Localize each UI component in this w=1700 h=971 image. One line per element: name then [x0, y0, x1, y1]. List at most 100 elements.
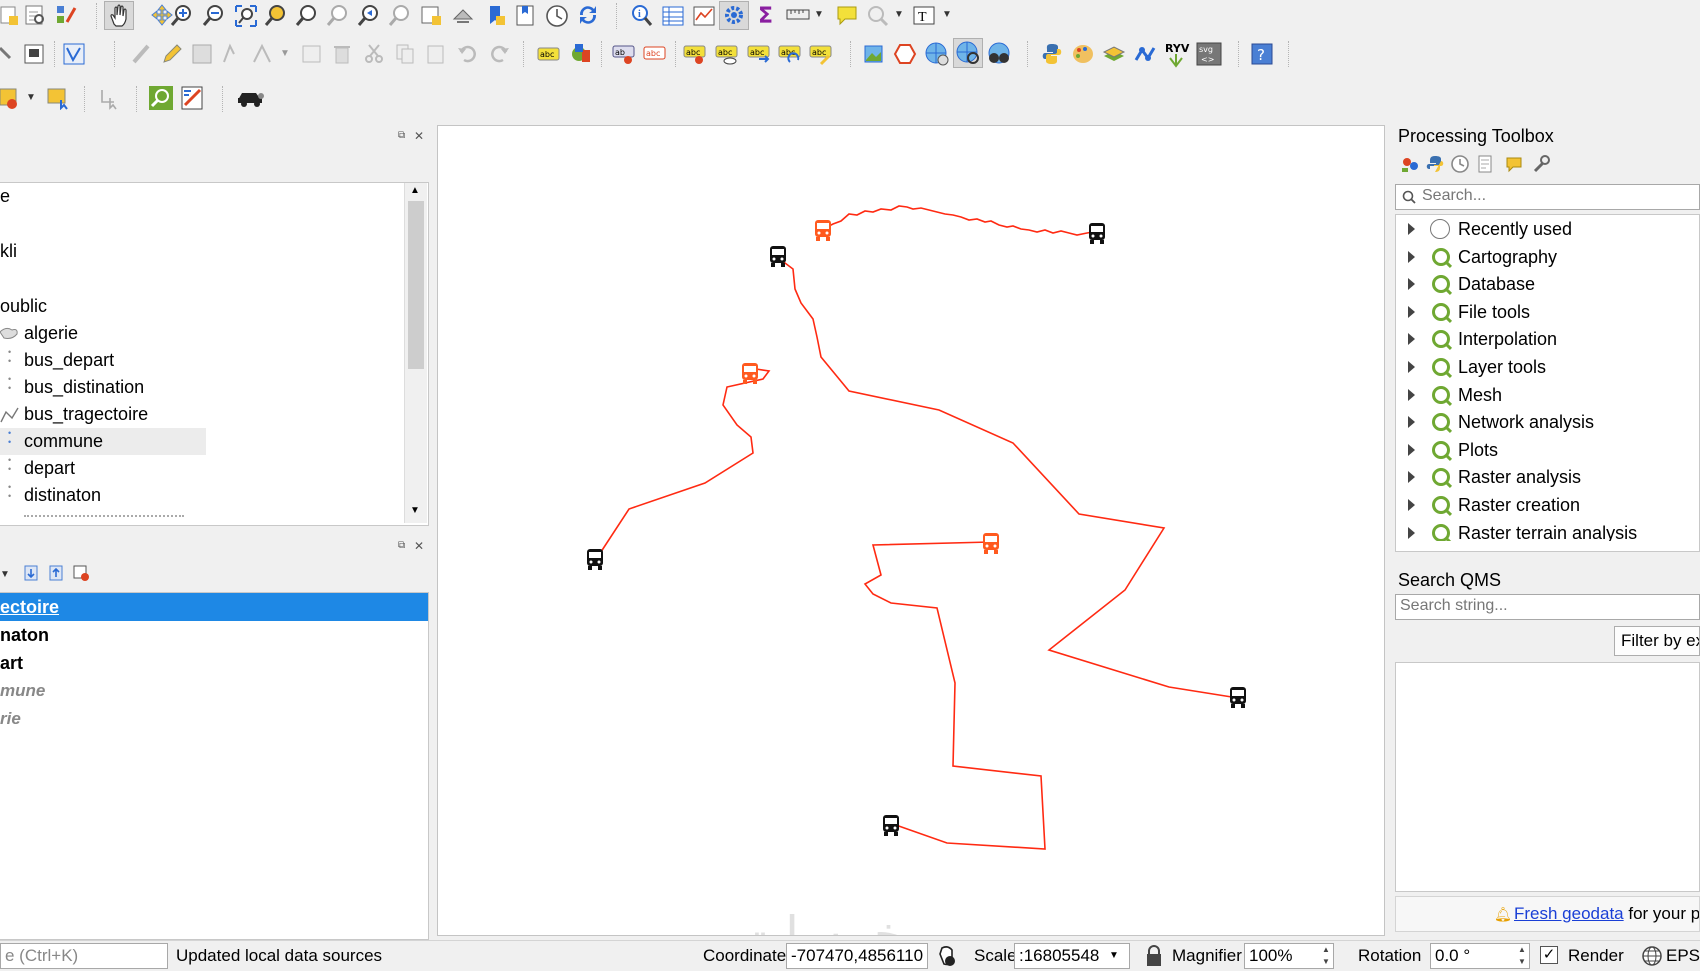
save-edits-icon[interactable] [22, 42, 46, 66]
annotation-dropdown-icon[interactable]: ▼ [942, 9, 952, 20]
toolbox-group-row[interactable]: Raster analysis [1396, 464, 1699, 491]
locator-dropdown-icon[interactable]: ▼ [894, 9, 904, 20]
map-tips-icon[interactable] [835, 4, 859, 28]
toolbox-group-row[interactable]: Raster creation [1396, 492, 1699, 519]
measure-dropdown-icon[interactable]: ▼ [814, 9, 824, 20]
rotation-spin-icon[interactable]: ▲ ▼ [1515, 944, 1529, 968]
temporal-clock-icon[interactable] [545, 4, 569, 28]
tree-row-schema[interactable]: oublic [0, 293, 47, 320]
bus-marker-icon[interactable] [883, 815, 899, 836]
paste-icon[interactable] [424, 42, 448, 66]
open-project-icon[interactable] [24, 4, 46, 26]
new-3d-map-icon[interactable] [451, 4, 475, 28]
new-project-icon[interactable] [0, 4, 20, 26]
scroll-down-icon[interactable]: ▼ [410, 505, 420, 516]
svg-plugin-icon[interactable]: svg<> [1196, 42, 1222, 66]
deselect-icon[interactable] [98, 86, 122, 110]
toolbox-search-input[interactable]: Search... [1395, 184, 1700, 210]
panel-float-icon[interactable]: ⧉ [398, 540, 405, 551]
tree-row-partial[interactable]: kli [0, 238, 17, 265]
vertex-dropdown-icon[interactable]: ▼ [280, 48, 290, 59]
attribute-table-icon[interactable] [661, 4, 685, 28]
panel-close-icon[interactable]: ✕ [414, 129, 424, 143]
sigma-icon[interactable]: Σ [756, 3, 778, 27]
expand-arrow-icon[interactable] [1408, 471, 1415, 484]
current-edits-icon[interactable] [0, 42, 16, 66]
zoom-native-icon[interactable] [326, 4, 350, 28]
qms-search-input[interactable]: Search string... [1395, 594, 1700, 620]
zoom-out-icon[interactable] [202, 4, 226, 28]
move-label-arrow-icon[interactable]: abc [747, 44, 771, 66]
polygon-layer-icon[interactable] [893, 42, 917, 66]
identify-icon[interactable]: i [630, 4, 654, 28]
expand-arrow-icon[interactable] [1408, 333, 1415, 346]
panel-float-icon[interactable]: ⧉ [398, 130, 405, 141]
expand-arrow-icon[interactable] [1408, 223, 1415, 235]
scale-dropdown-icon[interactable]: ▼ [1109, 944, 1119, 968]
move-label-icon[interactable]: abc [683, 44, 707, 66]
cut-icon[interactable] [362, 42, 386, 66]
magnifier-spin-icon[interactable]: ▲ ▼ [1319, 944, 1333, 968]
bus-marker-icon[interactable] [1230, 687, 1246, 708]
save-layer-edits-icon[interactable] [190, 42, 214, 66]
python-icon[interactable] [1040, 42, 1064, 66]
expand-arrow-icon[interactable] [1408, 526, 1415, 539]
rotate-label-icon[interactable]: abc [778, 44, 802, 66]
delete-selected-icon[interactable] [330, 42, 354, 66]
tree-item-commune[interactable]: • • commune [0, 428, 206, 455]
options-wrench-icon[interactable] [1531, 154, 1551, 174]
field-calculator-icon[interactable] [180, 85, 206, 111]
copy-icon[interactable] [393, 42, 417, 66]
zoom-in-icon[interactable] [170, 4, 194, 28]
toolbox-group-row[interactable]: Database [1396, 271, 1699, 298]
tree-row-partial[interactable]: e [0, 183, 10, 210]
select-by-location-icon[interactable] [46, 86, 70, 110]
toolbox-group-row[interactable]: Mesh [1396, 382, 1699, 409]
locator-search-input[interactable]: e (Ctrl+K) [0, 943, 168, 969]
tree-resize-handle[interactable] [1396, 541, 1699, 549]
bus-marker-icon[interactable] [587, 549, 603, 570]
modify-attributes-icon[interactable] [300, 42, 324, 66]
panel-close-icon[interactable]: ✕ [414, 539, 424, 553]
vertex-tool-icon[interactable] [250, 42, 274, 66]
redo-icon[interactable] [487, 42, 511, 66]
expand-arrow-icon[interactable] [1408, 361, 1415, 373]
undo-icon[interactable] [456, 42, 480, 66]
layer-item-hidden[interactable]: rie [0, 705, 21, 733]
results-viewer-icon[interactable] [1475, 154, 1495, 174]
layer-item[interactable]: art [0, 649, 23, 677]
network-plugin-icon[interactable] [1133, 42, 1157, 66]
style-manager-icon[interactable] [55, 4, 77, 26]
raster-layer-icon[interactable] [862, 42, 886, 66]
expand-arrow-icon[interactable] [1408, 388, 1415, 401]
wms-layer-icon[interactable] [924, 41, 950, 67]
show-hide-labels-icon[interactable]: abc [715, 44, 739, 66]
layer-item-selected[interactable]: ectoire [0, 593, 428, 621]
remove-layer-icon[interactable] [72, 564, 90, 582]
pan-tool-button[interactable] [104, 1, 134, 30]
bus-marker-icon[interactable] [742, 363, 758, 384]
zoom-layer-icon[interactable] [295, 4, 319, 28]
magnifier-spinbox[interactable]: 100% ▲ ▼ [1244, 943, 1334, 969]
map-canvas[interactable]: خمسات [437, 125, 1385, 936]
crs-label[interactable]: EPSG [1666, 946, 1700, 966]
wcs-layer-icon[interactable] [987, 41, 1013, 67]
vehicle-routing-icon[interactable] [236, 88, 266, 108]
scroll-up-icon[interactable]: ▲ [410, 185, 420, 196]
render-checkbox[interactable]: ✓ [1540, 946, 1558, 964]
expand-arrow-icon[interactable] [1408, 499, 1415, 511]
toolbox-group-row[interactable]: Interpolation [1396, 326, 1699, 353]
rotation-spinbox[interactable]: 0.0 ° ▲ ▼ [1430, 943, 1530, 969]
wfs-layer-button[interactable] [953, 38, 983, 68]
models-icon[interactable] [1400, 154, 1420, 174]
expand-arrow-icon[interactable] [1408, 443, 1415, 456]
statistics-icon[interactable] [692, 4, 716, 28]
layer-item[interactable]: naton [0, 621, 49, 649]
fresh-geodata-link[interactable]: Fresh geodata [1514, 904, 1624, 923]
zoom-selection-icon[interactable] [264, 4, 288, 28]
scale-combobox[interactable]: :16805548 ▼ [1014, 943, 1130, 969]
toolbox-group-row[interactable]: Recently used [1396, 216, 1699, 243]
scrollbar-thumb[interactable] [408, 201, 424, 369]
zoom-next-icon[interactable] [388, 4, 412, 28]
pencil-icon[interactable] [160, 42, 184, 66]
